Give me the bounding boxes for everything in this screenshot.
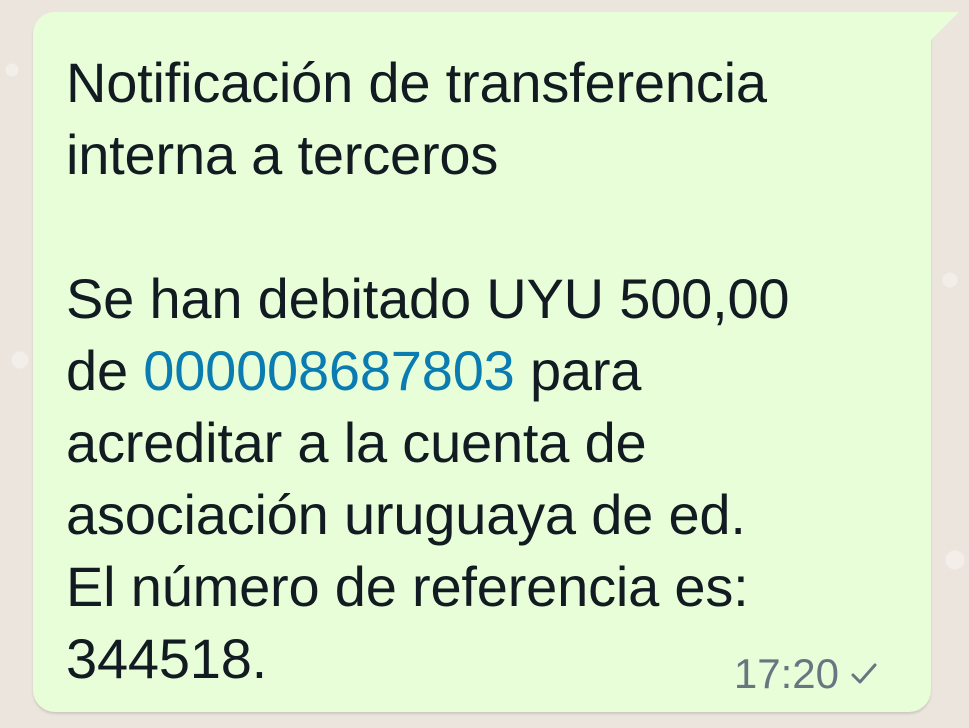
message-bubble[interactable]: Notificación de transferencia interna a …: [33, 12, 959, 712]
message-timestamp: 17:20: [733, 650, 839, 697]
message-bubble-tail: [931, 12, 959, 40]
message-body-line-2: de 000008687803 para: [66, 335, 896, 407]
message-body-line-1: Se han debitado UYU 500,00: [66, 267, 790, 330]
message-meta: 17:20: [734, 650, 881, 698]
message-title-line-2: interna a terceros: [66, 123, 499, 186]
message-suffix-text: para: [514, 339, 642, 402]
account-number-link[interactable]: 000008687803: [143, 339, 515, 402]
message-body-line-5: El número de referencia es:: [66, 555, 749, 618]
message-prefix-text: de: [66, 339, 144, 402]
message-body-line-3: acreditar a la cuenta de: [66, 411, 647, 474]
message-text: Notificación de transferencia interna a …: [66, 47, 896, 695]
single-check-icon: [851, 663, 877, 684]
message-body-line-4: asociación uruguaya de ed.: [66, 483, 746, 546]
message-title-line-1: Notificación de transferencia: [66, 51, 767, 114]
